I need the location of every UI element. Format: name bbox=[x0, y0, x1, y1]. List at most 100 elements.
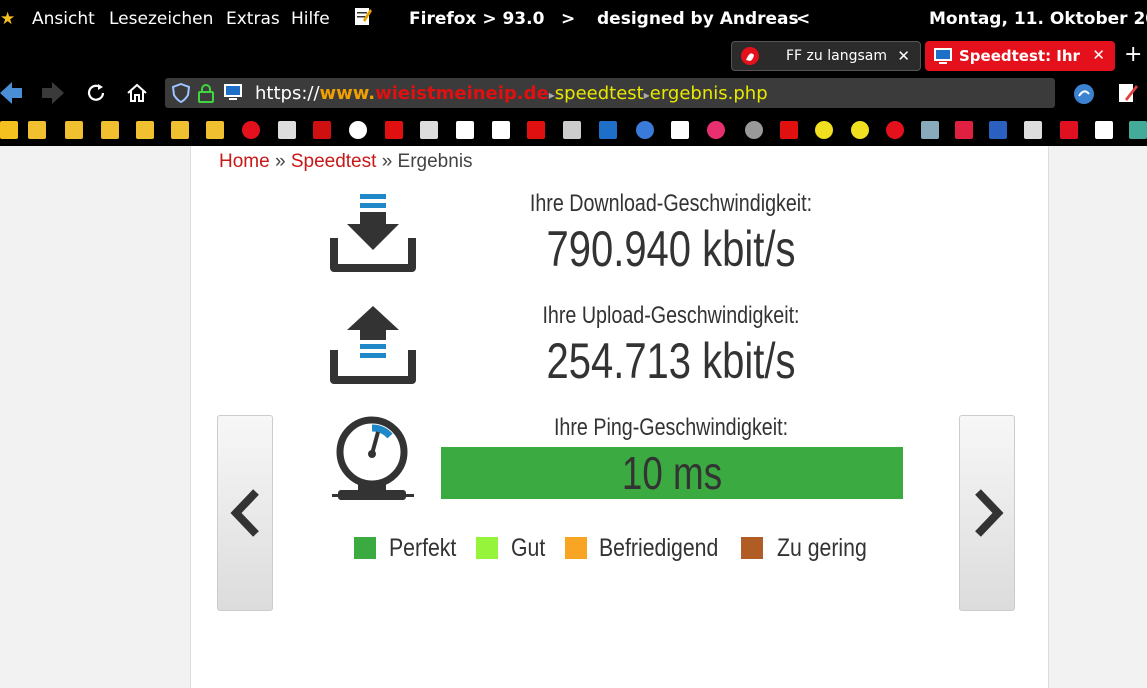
breadcrumb-separator: » bbox=[274, 151, 286, 172]
bookmark-folder-icon[interactable] bbox=[136, 121, 154, 139]
bookmark-ebay-icon[interactable] bbox=[671, 121, 689, 139]
ping-result-bar: 10 ms bbox=[441, 447, 903, 499]
menu-lesezeichen[interactable]: Lesezeichen bbox=[109, 9, 213, 29]
upload-value: 254.713 kbit/s bbox=[546, 333, 796, 389]
date-text: Montag, 11. Oktober 2021 bbox=[929, 9, 1147, 29]
bookmark-bz-icon[interactable] bbox=[278, 121, 296, 139]
download-icon bbox=[330, 194, 416, 278]
bookmark-cb-icon[interactable] bbox=[989, 121, 1007, 139]
tab-ff-zu-langsam[interactable]: FF zu langsam ✕ bbox=[731, 41, 921, 71]
url-path-speedtest: speedtest bbox=[554, 83, 644, 104]
legend-swatch bbox=[476, 537, 498, 559]
bookmark-c-icon[interactable] bbox=[1060, 121, 1078, 139]
bookmark-news-icon[interactable] bbox=[420, 121, 438, 139]
previous-button[interactable] bbox=[217, 415, 273, 611]
close-tab-icon[interactable]: ✕ bbox=[897, 47, 910, 65]
menu-hilfe[interactable]: Hilfe bbox=[291, 9, 330, 29]
new-tab-button[interactable]: + bbox=[1124, 42, 1142, 67]
chevron-right-icon bbox=[972, 488, 1006, 542]
bookmark-firefox-icon[interactable] bbox=[242, 121, 260, 139]
tab-speedtest[interactable]: Speedtest: Ihr ✕ bbox=[925, 41, 1115, 71]
shield-icon[interactable] bbox=[171, 82, 191, 107]
ping-label: Ihre Ping-Geschwindigkeit: bbox=[553, 414, 789, 441]
menu-bar: ★ Ansicht Lesezeichen Extras Hilfe Firef… bbox=[0, 0, 1147, 38]
bookmark-folder-icon[interactable] bbox=[65, 121, 83, 139]
url-scheme: https:// bbox=[255, 83, 320, 104]
bookmark-docs-icon[interactable] bbox=[1024, 121, 1042, 139]
page-content: Home » Speedtest » Ergebnis Ihre Downloa… bbox=[190, 146, 1049, 688]
bookmark-amazon-icon[interactable] bbox=[492, 121, 510, 139]
next-button[interactable] bbox=[959, 415, 1015, 611]
bookmark-person-icon[interactable] bbox=[1129, 121, 1147, 139]
legend-label: Perfekt bbox=[389, 534, 457, 562]
breadcrumb: Home » Speedtest » Ergebnis bbox=[219, 151, 473, 173]
title-gt: > bbox=[561, 9, 576, 29]
bookmark-telekom-icon[interactable] bbox=[1095, 121, 1113, 139]
bookmark-gh-icon[interactable] bbox=[563, 121, 581, 139]
designer-text: designed by Andreas bbox=[597, 9, 799, 29]
breadcrumb-speedtest[interactable]: Speedtest bbox=[291, 151, 377, 172]
chevron-left-icon bbox=[228, 488, 262, 542]
bookmark-firefox-icon[interactable] bbox=[886, 121, 904, 139]
bookmark-folder-icon[interactable] bbox=[171, 121, 189, 139]
bookmark-folder-icon[interactable] bbox=[206, 121, 224, 139]
breadcrumb-current: Ergebnis bbox=[397, 151, 473, 172]
download-label: Ihre Download-Geschwindigkeit: bbox=[529, 190, 813, 217]
custom-title: Firefox > 93.0 bbox=[409, 9, 545, 29]
tab-bar: FF zu langsam ✕ Speedtest: Ihr ✕ + bbox=[0, 38, 1147, 76]
upload-label: Ihre Upload-Geschwindigkeit: bbox=[542, 302, 800, 329]
legend-label: Zu gering bbox=[777, 534, 867, 562]
breadcrumb-home[interactable]: Home bbox=[219, 151, 270, 172]
bookmarks-bar bbox=[0, 114, 1147, 146]
back-icon[interactable] bbox=[0, 80, 24, 111]
tab-title: Speedtest: Ihr bbox=[959, 47, 1080, 65]
url-text[interactable]: https://www.wieistmeineip.de▸speedtest▸e… bbox=[255, 83, 768, 104]
ping-value: 10 ms bbox=[621, 447, 723, 499]
bookmark-monitor-icon[interactable] bbox=[599, 121, 617, 139]
bookmark-youtube-icon[interactable] bbox=[313, 121, 331, 139]
home-icon[interactable] bbox=[126, 82, 148, 109]
bookmark-smiley-icon[interactable] bbox=[851, 121, 869, 139]
bookmark-folder-icon[interactable] bbox=[0, 121, 18, 139]
bookmark-rocket-icon[interactable] bbox=[636, 121, 654, 139]
star-icon: ★ bbox=[0, 9, 16, 29]
menu-ansicht[interactable]: Ansicht bbox=[32, 9, 95, 29]
legend-swatch bbox=[741, 537, 763, 559]
bookmark-ebay-icon[interactable] bbox=[456, 121, 474, 139]
tab-title: FF zu langsam bbox=[786, 48, 887, 64]
lock-icon[interactable] bbox=[198, 83, 214, 107]
firefox-tab-icon bbox=[740, 46, 760, 66]
breadcrumb-separator: » bbox=[381, 151, 393, 172]
close-tab-icon[interactable]: ✕ bbox=[1092, 46, 1105, 64]
notepad-icon[interactable] bbox=[354, 6, 372, 31]
bookmark-cloud-icon[interactable] bbox=[707, 121, 725, 139]
legend-label: Befriedigend bbox=[599, 534, 719, 562]
menu-extras[interactable]: Extras bbox=[226, 9, 280, 29]
bookmark-avm-icon[interactable] bbox=[955, 121, 973, 139]
reload-icon[interactable] bbox=[85, 82, 107, 109]
url-path-ergebnis: ergebnis.php bbox=[649, 83, 768, 104]
download-value: 790.940 kbit/s bbox=[546, 221, 796, 277]
url-domain: wieistmeineip.de bbox=[375, 83, 549, 104]
bookmark-disc-icon[interactable] bbox=[745, 121, 763, 139]
monitor-tab-icon bbox=[933, 46, 953, 66]
bookmark-red-icon[interactable] bbox=[780, 121, 798, 139]
bookmark-x-icon[interactable] bbox=[385, 121, 403, 139]
bookmark-wikipedia-icon[interactable] bbox=[349, 121, 367, 139]
bookmark-sparkasse-icon[interactable] bbox=[527, 121, 545, 139]
url-bar[interactable]: https://www.wieistmeineip.de▸speedtest▸e… bbox=[165, 78, 1055, 108]
bookmark-folder-icon[interactable] bbox=[28, 121, 46, 139]
bookmark-photo-icon[interactable] bbox=[921, 121, 939, 139]
pen-extension-icon[interactable] bbox=[1117, 81, 1139, 110]
extension-icon[interactable] bbox=[1073, 83, 1095, 110]
legend-swatch bbox=[354, 537, 376, 559]
site-monitor-icon[interactable] bbox=[223, 82, 243, 106]
nav-bar: https://www.wieistmeineip.de▸speedtest▸e… bbox=[0, 76, 1147, 114]
bookmark-folder-icon[interactable] bbox=[101, 121, 119, 139]
bookmark-smiley-icon[interactable] bbox=[815, 121, 833, 139]
url-subdomain: www. bbox=[319, 83, 376, 104]
speedometer-icon bbox=[332, 416, 414, 506]
legend-label: Gut bbox=[511, 534, 546, 562]
title-lt: < bbox=[796, 9, 811, 29]
forward-icon[interactable] bbox=[40, 80, 64, 111]
